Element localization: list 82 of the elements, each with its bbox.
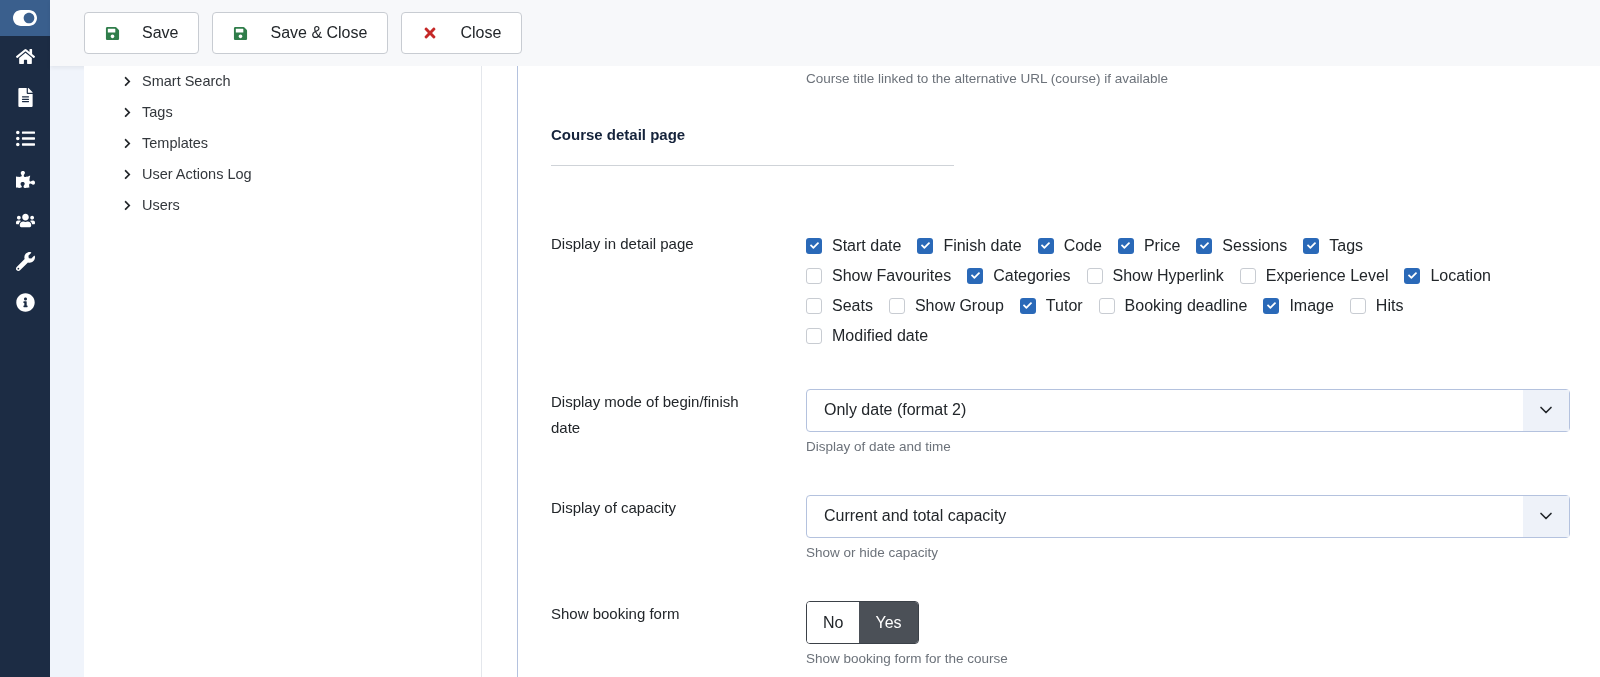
checkbox-option[interactable]: Tags: [1303, 230, 1364, 261]
select-field[interactable]: Only date (format 2): [806, 388, 1570, 432]
checkbox[interactable]: [917, 237, 934, 254]
checkbox-option[interactable]: Hits: [1349, 290, 1404, 321]
checkbox-option[interactable]: Show Favourites: [806, 260, 952, 291]
field-hint: Show or hide capacity: [806, 543, 940, 562]
tree-item[interactable]: Tags: [122, 97, 481, 128]
chevron-right-icon: [122, 138, 133, 149]
tree-item[interactable]: Templates: [122, 128, 481, 159]
check-icon: [1041, 241, 1051, 250]
checkbox[interactable]: [806, 267, 822, 284]
checkbox-option[interactable]: Start date: [806, 230, 902, 261]
field-label: Show booking form: [551, 604, 681, 624]
checkbox-option[interactable]: Finish date: [917, 230, 1022, 261]
checkbox[interactable]: [1117, 237, 1134, 254]
checkbox[interactable]: [1098, 297, 1115, 314]
checkbox[interactable]: [806, 237, 822, 254]
field-label: Display mode of begin/finish date: [551, 391, 740, 438]
toggle-switch[interactable]: No Yes: [806, 601, 919, 644]
checkbox-option[interactable]: Code: [1037, 230, 1102, 261]
info-icon[interactable]: [15, 293, 35, 312]
save-icon: [105, 25, 120, 41]
checkbox[interactable]: [806, 327, 822, 344]
select-field[interactable]: Current and total capacity: [806, 494, 1570, 538]
tree-item[interactable]: User Actions Log: [122, 159, 481, 190]
checkbox[interactable]: [1263, 297, 1280, 314]
chevron-right-icon: [122, 169, 133, 180]
check-icon: [920, 241, 930, 250]
home-icon[interactable]: [15, 47, 35, 66]
checkbox-option[interactable]: Sessions: [1196, 230, 1288, 261]
checkbox[interactable]: [1196, 237, 1213, 254]
checkbox-option[interactable]: Location: [1404, 260, 1491, 291]
menu-toggle[interactable]: [0, 0, 50, 36]
field-hint: Display of date and time: [806, 437, 952, 456]
checkbox[interactable]: [1037, 237, 1054, 254]
save-icon: [233, 25, 249, 41]
chevron-right-icon: [122, 107, 133, 118]
check-icon: [1266, 301, 1276, 310]
toolbar-button[interactable]: Save & Close: [212, 12, 389, 54]
checkbox[interactable]: [967, 267, 984, 284]
section-title: Course detail page: [551, 124, 954, 166]
wrench-icon[interactable]: [15, 252, 35, 271]
field-label: Display in detail page: [551, 233, 695, 254]
checkbox-option[interactable]: Image: [1263, 290, 1334, 321]
checkbox-option[interactable]: Seats: [806, 290, 873, 321]
checkbox-option[interactable]: Show Hyperlink: [1086, 260, 1224, 291]
puzzle-icon[interactable]: [15, 170, 35, 189]
checkbox[interactable]: [1349, 297, 1366, 314]
users-icon[interactable]: [15, 211, 35, 230]
check-icon: [1121, 241, 1131, 250]
toolbar-button[interactable]: Close: [401, 12, 523, 54]
tree-item[interactable]: Smart Search: [122, 66, 481, 97]
checkbox[interactable]: [888, 297, 905, 314]
checkbox[interactable]: [1239, 267, 1256, 284]
checkbox-option[interactable]: Booking deadline: [1098, 290, 1248, 321]
field-hint: Course title linked to the alternative URL (course) if available: [806, 71, 1168, 86]
chevron-right-icon: [122, 200, 133, 211]
checkbox-option[interactable]: Modified date: [806, 320, 929, 351]
checkbox[interactable]: [1303, 237, 1320, 254]
checkbox[interactable]: [806, 297, 822, 314]
checkbox-option[interactable]: Show Group: [888, 290, 1004, 321]
check-icon: [970, 271, 980, 280]
checkbox-option[interactable]: Experience Level: [1239, 260, 1389, 291]
check-icon: [809, 241, 819, 250]
check-icon: [1407, 271, 1417, 280]
checkbox-option[interactable]: Categories: [967, 260, 1071, 291]
checkbox[interactable]: [1086, 267, 1103, 284]
document-icon[interactable]: [15, 88, 35, 107]
toggle-option[interactable]: Yes: [859, 602, 918, 643]
list-icon[interactable]: [15, 129, 35, 148]
field-hint: Show booking form for the course: [806, 650, 1008, 668]
check-icon: [1199, 241, 1209, 250]
tree-item[interactable]: Users: [122, 190, 481, 221]
checkbox-option[interactable]: Price: [1117, 230, 1181, 261]
checkbox[interactable]: [1404, 267, 1421, 284]
toolbar-button[interactable]: Save: [84, 12, 200, 54]
checkbox[interactable]: [1019, 297, 1036, 314]
check-icon: [1023, 301, 1033, 310]
chevron-right-icon: [122, 76, 133, 87]
field-label: Display of capacity: [551, 497, 678, 518]
check-icon: [1306, 241, 1316, 250]
checkbox-option[interactable]: Tutor: [1019, 290, 1083, 321]
